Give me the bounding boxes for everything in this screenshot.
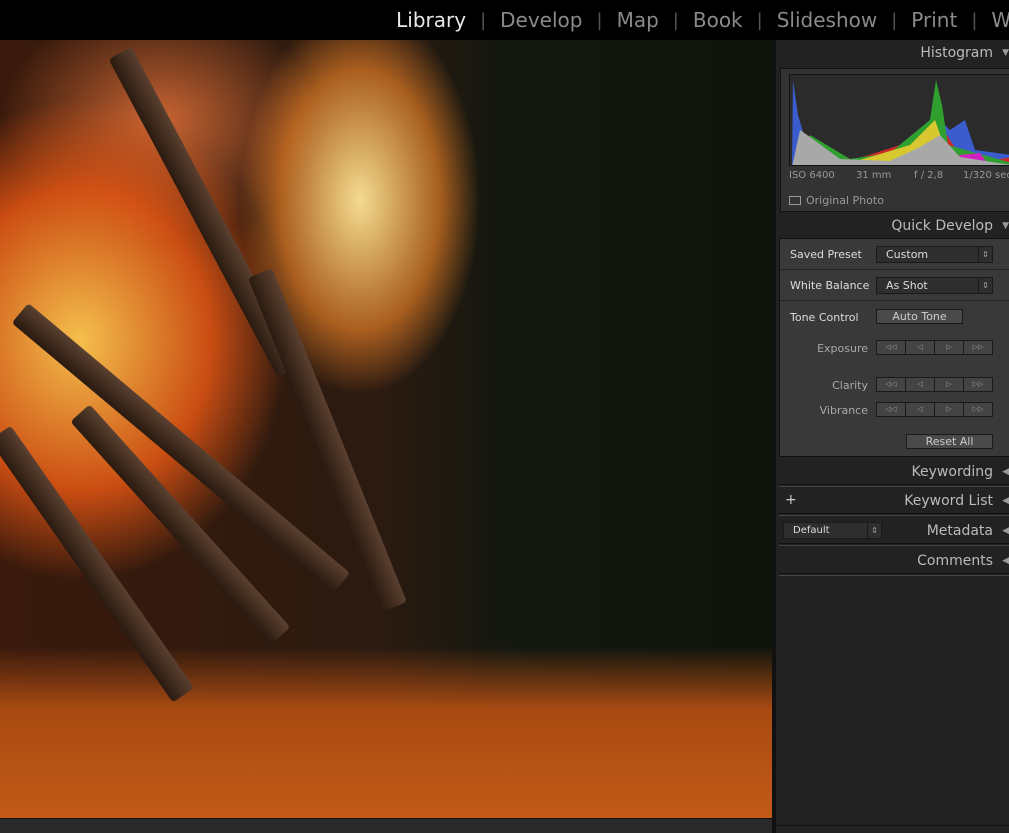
comments-title: Comments	[917, 553, 993, 569]
panel-separator	[779, 484, 1009, 487]
increase-large-button[interactable]: ▷▷	[964, 378, 992, 391]
vibrance-label: Vibrance	[819, 404, 868, 417]
module-map[interactable]: Map	[603, 8, 673, 32]
increase-button[interactable]: ▷	[935, 403, 964, 416]
increase-large-button[interactable]: ▷▷	[964, 341, 992, 354]
module-book[interactable]: Book	[679, 8, 757, 32]
saved-preset-value: Custom	[886, 248, 929, 261]
comments-header[interactable]: Comments ◀	[776, 553, 1009, 569]
checkbox-icon	[789, 196, 801, 205]
decrease-button[interactable]: ◁	[906, 378, 935, 391]
metadata-title: Metadata	[926, 523, 993, 539]
keywording-header[interactable]: Keywording ◀	[776, 464, 1009, 480]
log	[0, 425, 195, 703]
expand-icon: ◀	[1002, 556, 1009, 566]
decrease-large-button[interactable]: ◁◁	[877, 341, 906, 354]
panel-separator	[779, 543, 1009, 546]
exif-shutter: 1/320 sec	[963, 170, 1009, 181]
expand-icon: ◀	[1002, 496, 1009, 506]
auto-tone-button[interactable]: Auto Tone	[876, 309, 963, 324]
histogram-panel: ISO 6400 31 mm f / 2,8 1/320 sec Origina…	[780, 68, 1009, 212]
saved-preset-select[interactable]: Custom ⇕	[876, 246, 993, 263]
original-photo-toggle[interactable]: Original Photo	[789, 194, 884, 207]
clarity-stepper[interactable]: ◁◁ ◁ ▷ ▷▷	[876, 377, 993, 392]
decrease-large-button[interactable]: ◁◁	[877, 403, 906, 416]
saved-preset-row: Saved Preset Custom⇕ ◀	[780, 239, 1009, 270]
decrease-button[interactable]: ◁	[906, 403, 935, 416]
histogram-header[interactable]: Histogram ▼	[776, 45, 1009, 61]
tone-control-label: Tone Control	[790, 311, 859, 324]
increase-button[interactable]: ▷	[935, 341, 964, 354]
quick-develop-header[interactable]: Quick Develop ▼	[776, 218, 1009, 234]
increase-button[interactable]: ▷	[935, 378, 964, 391]
original-photo-label: Original Photo	[806, 194, 884, 207]
quick-develop-title: Quick Develop	[891, 218, 993, 234]
keyword-list-title: Keyword List	[904, 493, 993, 509]
white-balance-label: White Balance	[790, 279, 870, 292]
filmstrip-edge	[0, 818, 772, 833]
expand-icon: ◀	[1002, 526, 1009, 536]
module-library[interactable]: Library	[382, 8, 480, 32]
exif-aperture: f / 2,8	[914, 170, 944, 181]
increase-large-button[interactable]: ▷▷	[964, 403, 992, 416]
updown-icon: ⇕	[978, 278, 992, 293]
white-balance-select[interactable]: As Shot ⇕	[876, 277, 993, 294]
keywording-title: Keywording	[911, 464, 993, 480]
clarity-label: Clarity	[832, 379, 868, 392]
right-panel: Histogram ▼ ISO 6400 31 mm f / 2,8 1/320 …	[776, 40, 1009, 833]
white-balance-value: As Shot	[886, 279, 928, 292]
module-web[interactable]: Web	[977, 8, 1009, 32]
panel-separator	[779, 573, 1009, 576]
collapse-icon: ▼	[1002, 48, 1009, 58]
updown-icon: ⇕	[978, 247, 992, 262]
vibrance-stepper[interactable]: ◁◁ ◁ ▷ ▷▷	[876, 402, 993, 417]
histogram-chart[interactable]	[789, 74, 1009, 166]
keyword-list-header[interactable]: Keyword List ◀	[776, 493, 1009, 509]
collapse-icon: ▼	[1002, 221, 1009, 231]
panel-footer-buttons[interactable]	[776, 825, 1009, 833]
photo-loupe-view[interactable]	[0, 40, 772, 818]
module-develop[interactable]: Develop	[486, 8, 596, 32]
exposure-stepper[interactable]: ◁◁ ◁ ▷ ▷▷	[876, 340, 993, 355]
quick-develop-panel: Saved Preset Custom⇕ ◀ White Balance As …	[779, 238, 1009, 457]
module-slideshow[interactable]: Slideshow	[763, 8, 892, 32]
expand-icon: ◀	[1002, 467, 1009, 477]
reset-all-button[interactable]: Reset All	[906, 434, 993, 449]
exif-focal-length: 31 mm	[856, 170, 892, 181]
panel-separator	[779, 513, 1009, 516]
module-print[interactable]: Print	[897, 8, 971, 32]
saved-preset-label: Saved Preset	[790, 248, 862, 261]
exposure-label: Exposure	[817, 342, 868, 355]
histogram-title: Histogram	[920, 45, 993, 61]
white-balance-row: White Balance As Shot⇕ ◀	[780, 270, 1009, 301]
exif-iso: ISO 6400	[789, 170, 835, 181]
decrease-button[interactable]: ◁	[906, 341, 935, 354]
metadata-header[interactable]: Metadata ◀	[776, 523, 1009, 539]
module-picker: Library | Develop | Map | Book | Slideshow | …	[0, 0, 1009, 40]
decrease-large-button[interactable]: ◁◁	[877, 378, 906, 391]
